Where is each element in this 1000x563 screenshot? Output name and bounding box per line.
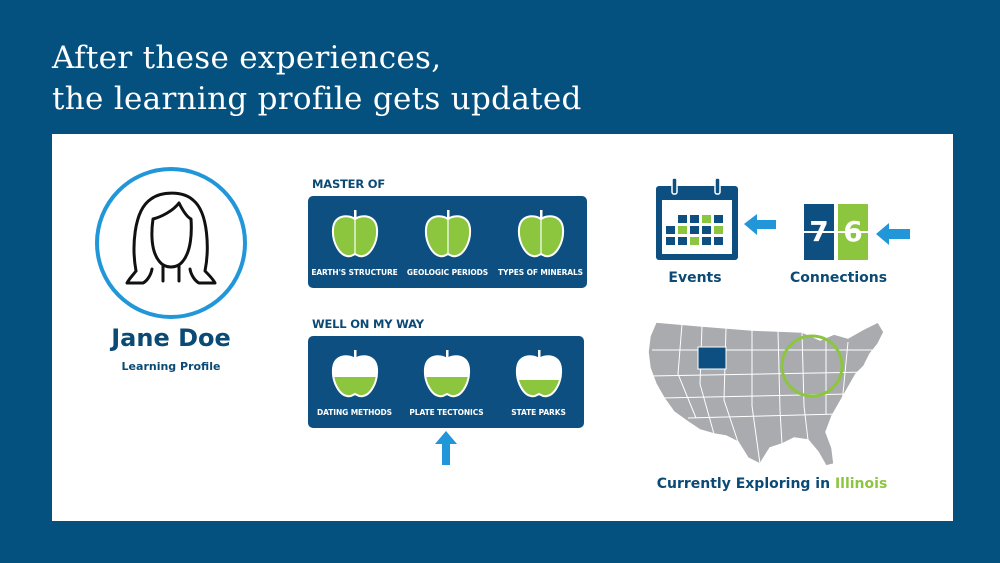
apple-full-icon xyxy=(517,210,565,258)
mastered-item[interactable]: EARTH'S STRUCTURE xyxy=(308,196,401,288)
profile-subtitle: Learning Profile xyxy=(121,360,221,373)
left-arrow-icon xyxy=(876,223,910,245)
flip-divider xyxy=(804,231,868,233)
mastered-panel: EARTH'S STRUCTURE GEOLOGIC PERIODS TYPES… xyxy=(308,196,587,288)
up-arrow-icon xyxy=(435,431,457,465)
connections-label: Connections xyxy=(790,270,888,286)
highlighted-state xyxy=(697,346,727,370)
progress-label: WELL ON MY WAY xyxy=(312,317,424,331)
apple-full-icon xyxy=(424,210,472,258)
heading-line-1: After these experiences, xyxy=(52,40,442,76)
progress-item[interactable]: STATE PARKS xyxy=(492,336,585,428)
mastered-item[interactable]: TYPES OF MINERALS xyxy=(494,196,587,288)
mastered-item[interactable]: GEOLOGIC PERIODS xyxy=(401,196,494,288)
apple-label: GEOLOGIC PERIODS xyxy=(406,268,489,277)
slide-heading: After these experiences, the learning pr… xyxy=(52,38,582,120)
apple-full-icon xyxy=(331,210,379,258)
girl-portrait-icon xyxy=(125,191,217,285)
apple-label: TYPES OF MINERALS xyxy=(497,268,583,277)
heading-line-2: the learning profile gets updated xyxy=(52,81,582,117)
apple-partial-icon xyxy=(423,350,471,398)
profile-name: Jane Doe xyxy=(111,324,231,352)
mastered-label: MASTER OF xyxy=(312,177,386,191)
avatar xyxy=(95,167,247,319)
progress-item[interactable]: DATING METHODS xyxy=(308,336,401,428)
calendar-icon xyxy=(656,178,776,260)
connections-counter: 7 6 xyxy=(804,204,868,260)
progress-panel: DATING METHODS PLATE TECTONICS STATE PAR… xyxy=(308,336,584,428)
us-map-icon xyxy=(647,321,885,467)
apple-label: EARTH'S STRUCTURE xyxy=(311,268,398,277)
apple-label: DATING METHODS xyxy=(317,408,392,417)
exploring-caption: Currently Exploring in Illinois xyxy=(612,476,932,492)
apple-partial-icon xyxy=(331,350,379,398)
apple-label: STATE PARKS xyxy=(511,408,566,417)
apple-label: PLATE TECTONICS xyxy=(409,408,484,417)
exploring-state: Illinois xyxy=(834,476,888,492)
exploring-prefix: Currently Exploring in xyxy=(656,476,831,492)
progress-item[interactable]: PLATE TECTONICS xyxy=(400,336,493,428)
apple-partial-icon xyxy=(515,350,563,398)
profile-card: Jane Doe Learning Profile MASTER OF EART… xyxy=(52,134,953,521)
events-label: Events xyxy=(668,270,722,286)
